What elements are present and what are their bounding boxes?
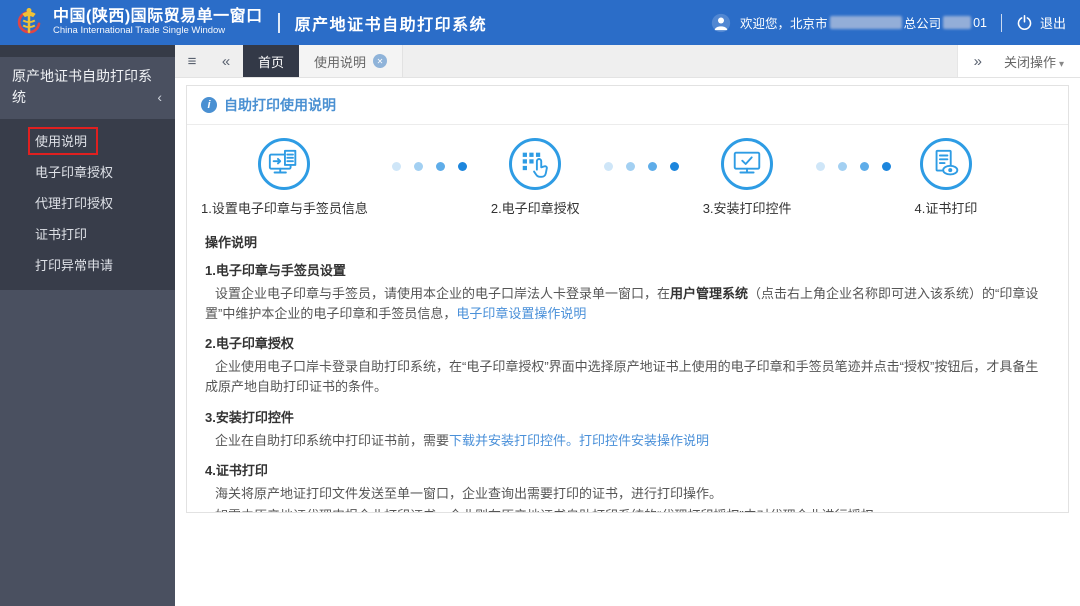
step-1: 1.设置电子印章与手签员信息 (201, 138, 368, 217)
step-connector-dots (391, 162, 467, 171)
instructions-title: 操作说明 (205, 235, 258, 250)
tab-close-icon[interactable]: ✕ (373, 54, 388, 68)
inline-link[interactable]: 打印控件安装操作说明 (579, 433, 709, 448)
step-connector-dots (815, 162, 891, 171)
hamburger-icon[interactable]: ≡ (175, 45, 209, 77)
sidebar-item-usage-instructions[interactable]: 使用说明 (0, 126, 175, 157)
text-segment: 企业在自助打印系统中打印证书前，需要 (215, 432, 450, 448)
usage-instructions-panel: i 自助打印使用说明 1.设置电子印章与手签员信息 2.电子印章授权 3.安装打… (186, 85, 1069, 513)
sidebar-title: 原产地证书自助打印系统 ‹ (0, 57, 175, 119)
instruction-heading-1: 1.电子印章与手签员设置 (205, 263, 346, 278)
welcome-text-prefix: 欢迎您，北京市 (740, 17, 828, 31)
sidebar-top-strip (0, 45, 175, 57)
step-4-label: 4.证书打印 (914, 201, 978, 216)
right-column: ≡ « 首页 使用说明 ✕ » 关闭操作 ▾ i 自助打印使用说明 1.设置电子… (175, 45, 1080, 606)
sidebar-collapse-icon[interactable]: ‹ (157, 87, 162, 108)
panel-title: 自助打印使用说明 (224, 97, 336, 113)
tabbar-spacer (403, 45, 957, 77)
tabbar-right-controls: » 关闭操作 ▾ (956, 45, 1080, 77)
masked-account-id (943, 16, 972, 29)
step-2-label: 2.电子印章授权 (490, 201, 580, 216)
monitor-check-icon (721, 138, 774, 190)
steps-row: 1.设置电子印章与手签员信息 2.电子印章授权 3.安装打印控件 4.证书打印 (187, 125, 1068, 217)
logout-button[interactable]: 退出 (1040, 13, 1066, 32)
text-segment: 设置企业电子印章与手签员，请使用本企业的电子口岸法人卡登录单一窗口，在 (215, 286, 671, 301)
app-title: 原产地证书自助打印系统 (294, 16, 488, 34)
text-segment: 海关将原产地证打印文件发送至单一窗口，企业查询出需要打印的证书，进行打印操作。 (215, 485, 723, 501)
monitor-document-icon (258, 138, 311, 190)
masked-company-name (829, 16, 902, 29)
text-segment: 如需由原产地证代理申报企业打印证书，企业则在原产地证书自助打印系统的“代理打印授… (215, 508, 887, 512)
sidebar-item-certificate-print[interactable]: 证书打印 (0, 219, 175, 250)
sidebar: 原产地证书自助打印系统 ‹ 使用说明 电子印章授权 代理打印授权 证书打印 打印… (0, 45, 175, 606)
sidebar-item-agent-print-authorization[interactable]: 代理打印授权 (0, 188, 175, 219)
inline-link[interactable]: 下载并安装打印控件。 (449, 433, 579, 448)
inline-link[interactable]: 电子印章设置操作说明 (456, 306, 586, 321)
tab-usage-instructions[interactable]: 使用说明 ✕ (299, 45, 404, 77)
sidebar-filler (0, 290, 175, 606)
customs-emblem-logo (17, 7, 41, 33)
close-operations-dropdown[interactable]: 关闭操作 ▾ (1004, 52, 1064, 71)
power-icon[interactable] (1016, 14, 1033, 31)
tab-home[interactable]: 首页 (243, 45, 300, 77)
tab-bar: ≡ « 首页 使用说明 ✕ » 关闭操作 ▾ (175, 45, 1080, 78)
step-3: 3.安装打印控件 (703, 138, 792, 217)
instruction-paragraph: 如需由原产地证代理申报企业打印证书，企业则在原产地证书自助打印系统的“代理打印授… (205, 506, 1050, 512)
brand-subtitle: China International Trade Single Window (53, 25, 226, 37)
instruction-heading-2: 2.电子印章授权 (205, 336, 294, 352)
brand-title: 中国(陕西)国际贸易单一窗口 (53, 8, 263, 26)
step-connector-dots (603, 162, 679, 171)
top-header: 中国(陕西)国际贸易单一窗口 China International Trade… (0, 0, 1080, 45)
keypad-hand-icon (509, 138, 562, 190)
header-divider (277, 12, 280, 33)
instruction-paragraph: 设置企业电子印章与手签员，请使用本企业的电子口岸法人卡登录单一窗口，在用户管理系… (205, 284, 1050, 324)
brand-block: 中国(陕西)国际贸易单一窗口 China International Trade… (53, 8, 263, 36)
welcome-text-mid: 总公司 (903, 17, 942, 31)
instruction-paragraph: 企业使用电子口岸卡登录自助打印系统，在“电子印章授权”界面中选择原产地证书上使用… (205, 357, 1050, 397)
sidebar-menu: 使用说明 电子印章授权 代理打印授权 证书打印 打印异常申请 (0, 119, 175, 290)
info-icon: i (201, 97, 217, 113)
instruction-heading-3: 3.安装打印控件 (205, 409, 294, 425)
sidebar-item-eseal-authorization[interactable]: 电子印章授权 (0, 157, 175, 188)
user-icon (711, 13, 731, 32)
welcome-text-suffix: 01 (973, 15, 987, 30)
text-segment: 企业使用电子口岸卡登录自助打印系统，在“电子印章授权”界面中选择原产地证书上使用… (205, 359, 1039, 395)
step-1-label: 1.设置电子印章与手签员信息 (201, 201, 368, 216)
main-layout: 原产地证书自助打印系统 ‹ 使用说明 电子印章授权 代理打印授权 证书打印 打印… (0, 45, 1080, 606)
tabs-scroll-right-icon[interactable]: » (974, 53, 982, 70)
bold-text: 用户管理系统 (670, 286, 749, 301)
chevron-down-icon: ▾ (1058, 58, 1064, 70)
panel-header: i 自助打印使用说明 (187, 86, 1068, 125)
step-3-label: 3.安装打印控件 (702, 201, 792, 216)
instruction-paragraph: 海关将原产地证打印文件发送至单一窗口，企业查询出需要打印的证书，进行打印操作。 (205, 484, 1050, 504)
sidebar-item-print-exception-request[interactable]: 打印异常申请 (0, 250, 175, 281)
header-separator (1000, 13, 1002, 32)
header-user-area: 欢迎您，北京市 总公司 01 退出 (711, 13, 1066, 33)
document-eye-icon (919, 138, 972, 190)
content-area: i 自助打印使用说明 1.设置电子印章与手签员信息 2.电子印章授权 3.安装打… (175, 78, 1080, 606)
instruction-heading-4: 4.证书打印 (205, 462, 268, 478)
step-2: 2.电子印章授权 (491, 138, 580, 217)
tabs-scroll-left-icon[interactable]: « (209, 45, 243, 77)
step-4: 4.证书打印 (914, 138, 978, 217)
instruction-paragraph: 企业在自助打印系统中打印证书前，需要下载并安装打印控件。打印控件安装操作说明 (205, 431, 1050, 451)
instructions-sections: 操作说明 1.电子印章与手签员设置 设置企业电子印章与手签员，请使用本企业的电子… (187, 217, 1068, 512)
